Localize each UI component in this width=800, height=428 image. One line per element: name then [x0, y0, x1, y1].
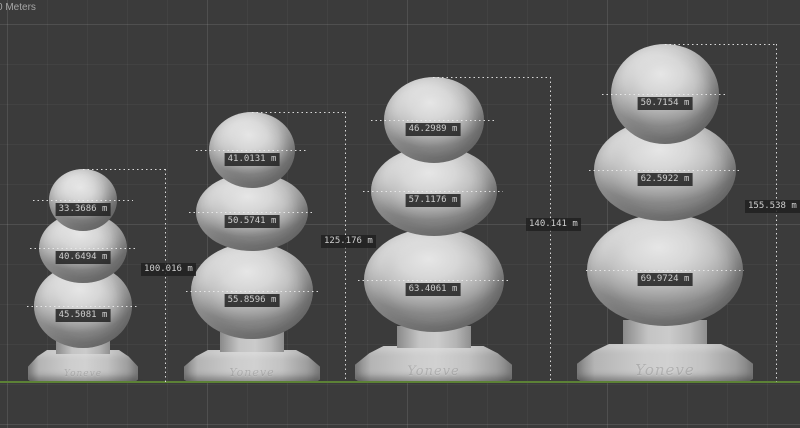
model-4[interactable]: Yoneve: [577, 44, 753, 382]
base-logo-text: Yoneve: [635, 361, 695, 379]
height-dimension-line: [165, 169, 166, 382]
height-dimension-label: 155.538 m: [745, 200, 800, 213]
base-logo-text: Yoneve: [229, 366, 274, 379]
height-dimension-line: [550, 77, 551, 382]
model-bulb-top: [209, 112, 295, 188]
ground-axis-line: [0, 381, 800, 383]
blender-3d-viewport[interactable]: 0 Meters Yoneve33.3686 m40.6494 m45.5081…: [0, 0, 800, 428]
model-1[interactable]: Yoneve: [28, 169, 138, 382]
base-logo-text: Yoneve: [407, 364, 459, 379]
model-base: Yoneve: [355, 346, 512, 382]
model-3[interactable]: Yoneve: [355, 77, 512, 382]
model-2[interactable]: Yoneve: [184, 112, 320, 382]
model-bulb-top: [384, 77, 484, 163]
height-dimension-label: 140.141 m: [526, 218, 581, 231]
model-base: Yoneve: [184, 350, 320, 382]
model-bulb-bottom: [587, 214, 743, 326]
model-base: Yoneve: [577, 344, 753, 382]
grid-scale-label: 0 Meters: [0, 2, 36, 13]
model-base: Yoneve: [28, 350, 138, 382]
height-dimension-line: [345, 112, 346, 382]
model-bulb-top: [49, 169, 117, 231]
model-bulb-bottom: [364, 228, 504, 332]
model-bulb-top: [611, 44, 719, 144]
model-bulb-bottom: [191, 243, 313, 339]
height-dimension-line: [776, 44, 777, 382]
base-logo-text: Yoneve: [64, 369, 102, 379]
